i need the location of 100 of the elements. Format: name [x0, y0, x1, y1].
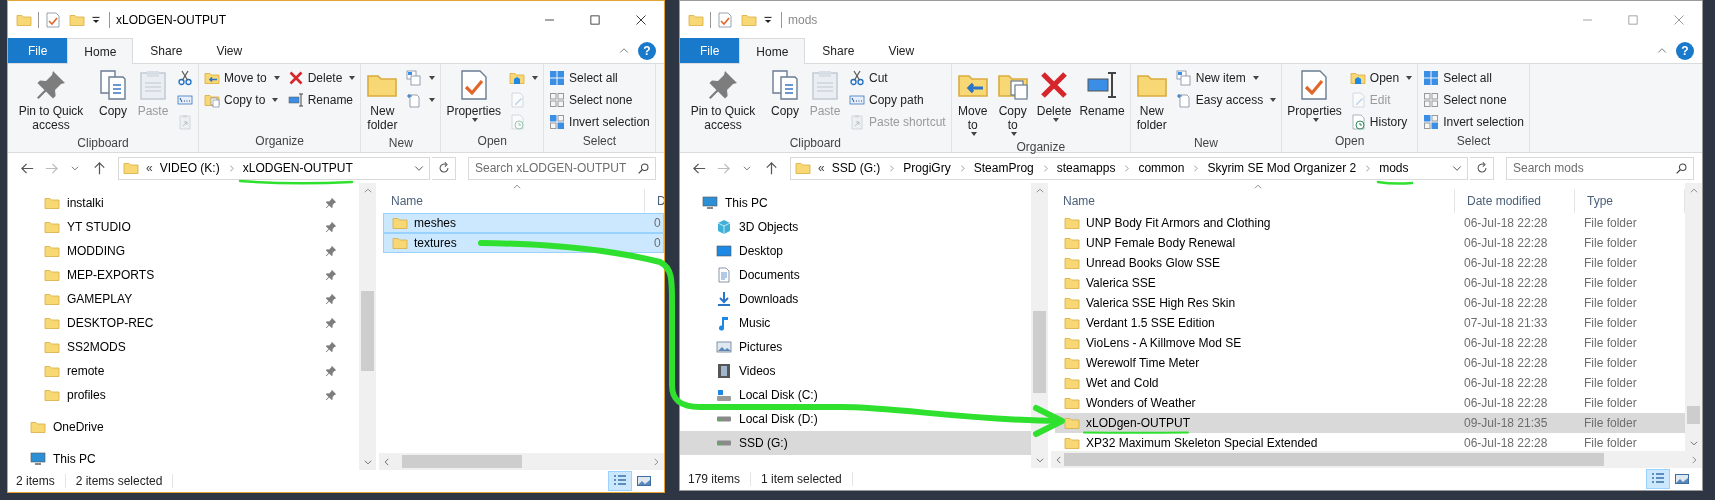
- file-row[interactable]: XP32 Maximum Skeleton Special Extended 06-Jul-18 22:28 File folder: [1055, 433, 1685, 451]
- nav-item[interactable]: Videos: [680, 359, 1031, 383]
- nav-item[interactable]: remote: [8, 359, 359, 383]
- ribbon-button[interactable]: Move to: [201, 67, 283, 88]
- ribbon-button[interactable]: Easy access: [1172, 89, 1280, 110]
- nav-item[interactable]: Music: [680, 311, 1031, 335]
- address-bar[interactable]: « VIDEO (K:) xLODGEN-OUTPUT: [118, 156, 430, 180]
- ribbon-button[interactable]: Delete: [284, 67, 359, 88]
- nav-item[interactable]: Downloads: [680, 287, 1031, 311]
- ribbon-tab[interactable]: View: [199, 38, 260, 63]
- breadcrumb[interactable]: SteamProg: [973, 159, 1034, 177]
- refresh-button[interactable]: [1470, 156, 1494, 180]
- nav-item[interactable]: OneDrive: [8, 415, 359, 439]
- scrollbar[interactable]: [359, 183, 376, 470]
- file-row[interactable]: Valerica SSE 06-Jul-18 22:28 File folder: [1055, 273, 1685, 293]
- ribbon-button[interactable]: Cut: [846, 67, 949, 88]
- ribbon-button[interactable]: Invert selection: [546, 111, 653, 132]
- nav-item[interactable]: Desktop: [680, 239, 1031, 263]
- file-row[interactable]: VioLens - A Killmove Mod SE 06-Jul-18 22:28 File folder: [1055, 333, 1685, 353]
- scrollbar[interactable]: [1051, 451, 1702, 468]
- nav-item[interactable]: Local Disk (C:): [680, 383, 1031, 407]
- file-menu-tab[interactable]: File: [680, 38, 740, 63]
- ribbon-tab[interactable]: Home: [67, 38, 134, 64]
- overflow-button[interactable]: «: [818, 159, 825, 177]
- file-row[interactable]: Werewolf Time Meter 06-Jul-18 22:28 File folder: [1055, 353, 1685, 373]
- scrollbar-thumb[interactable]: [361, 291, 374, 371]
- nav-item[interactable]: instalki: [8, 191, 359, 215]
- scrollbar[interactable]: [379, 453, 664, 470]
- ribbon-tab[interactable]: Share: [133, 38, 200, 63]
- scrollbar[interactable]: [1031, 183, 1048, 468]
- nav-item[interactable]: GAMEPLAY: [8, 287, 359, 311]
- ribbon-button[interactable]: Select all: [1420, 67, 1527, 88]
- breadcrumb[interactable]: ProgiGry: [903, 159, 951, 177]
- breadcrumb[interactable]: Skyrim SE Mod Organizer 2: [1207, 159, 1357, 177]
- file-row[interactable]: Verdant 1.5 SSE Edition 07-Jul-18 21:33 File folder: [1055, 313, 1685, 333]
- file-row[interactable]: meshes 0: [383, 213, 664, 233]
- ribbon-button[interactable]: Pin to Quick access: [10, 67, 92, 134]
- ribbon-button[interactable]: History: [1346, 111, 1416, 132]
- breadcrumb[interactable]: xLODGEN-OUTPUT: [242, 159, 353, 177]
- ribbon-button[interactable]: Open: [1346, 67, 1416, 88]
- nav-item[interactable]: Documents: [680, 263, 1031, 287]
- ribbon-button[interactable]: Properties: [1284, 67, 1345, 124]
- address-bar[interactable]: « SSD (G:) ProgiGry SteamProg steamapps common Skyrim SE Mod Organizer 2 mods: [790, 156, 1468, 180]
- nav-item[interactable]: MODDING: [8, 239, 359, 263]
- scrollbar-thumb[interactable]: [402, 455, 522, 468]
- ribbon-button[interactable]: Select none: [1420, 89, 1527, 110]
- scrollbar[interactable]: [1685, 183, 1702, 451]
- breadcrumb[interactable]: VIDEO (K:): [159, 159, 220, 177]
- ribbon-button[interactable]: Copy path: [846, 89, 949, 110]
- view-button[interactable]: [1646, 469, 1670, 489]
- ribbon-button[interactable]: Move to: [953, 67, 992, 138]
- help-button[interactable]: ?: [1676, 41, 1694, 60]
- nav-item[interactable]: DESKTOP-REC: [8, 311, 359, 335]
- ribbon-button[interactable]: New folder: [363, 67, 402, 134]
- ribbon-button[interactable]: Copy to: [993, 67, 1032, 138]
- ribbon-button[interactable]: Invert selection: [1420, 111, 1527, 132]
- ribbon-button[interactable]: Select none: [546, 89, 653, 110]
- file-menu-tab[interactable]: File: [8, 38, 68, 63]
- nav-item[interactable]: MEP-EXPORTS: [8, 263, 359, 287]
- search-field[interactable]: Search mods: [1506, 156, 1694, 180]
- file-row[interactable]: Unread Books Glow SSE 06-Jul-18 22:28 File folder: [1055, 253, 1685, 273]
- help-button[interactable]: ?: [638, 41, 656, 60]
- file-row[interactable]: UNP Body Fit Armors and Clothing 06-Jul-18 22:28 File folder: [1055, 213, 1685, 233]
- ribbon-button[interactable]: Delete: [1033, 67, 1075, 124]
- overflow-button[interactable]: «: [146, 159, 153, 177]
- file-row[interactable]: xLODgen-OUTPUT 09-Jul-18 21:35 File folder: [1055, 413, 1685, 433]
- ribbon-button[interactable]: Rename: [1076, 67, 1128, 120]
- file-row[interactable]: UNP Female Body Renewal 06-Jul-18 22:28 File folder: [1055, 233, 1685, 253]
- ribbon-button[interactable]: Copy: [766, 67, 804, 120]
- breadcrumb[interactable]: common: [1138, 159, 1185, 177]
- view-button[interactable]: [608, 471, 632, 491]
- nav-item[interactable]: SS2MODS: [8, 335, 359, 359]
- scrollbar-thumb[interactable]: [1687, 406, 1700, 424]
- ribbon-button[interactable]: New folder: [1132, 67, 1171, 134]
- ribbon-tab[interactable]: View: [871, 38, 932, 63]
- ribbon-button[interactable]: Copy: [94, 67, 132, 120]
- nav-item[interactable]: SSD (G:): [680, 431, 1031, 455]
- nav-item[interactable]: This PC: [680, 191, 1031, 215]
- file-row[interactable]: Wet and Cold 06-Jul-18 22:28 File folder: [1055, 373, 1685, 393]
- ribbon-button[interactable]: Rename: [284, 89, 359, 110]
- ribbon-button[interactable]: Properties: [443, 67, 505, 124]
- nav-item[interactable]: YT STUDIO: [8, 215, 359, 239]
- file-row[interactable]: Wonders of Weather 06-Jul-18 22:28 File folder: [1055, 393, 1685, 413]
- breadcrumb[interactable]: SSD (G:): [831, 159, 881, 177]
- scrollbar-thumb[interactable]: [1033, 311, 1046, 393]
- ribbon-tab[interactable]: Share: [805, 38, 872, 63]
- file-row[interactable]: Valerica SSE High Res Skin 06-Jul-18 22:28 File folder: [1055, 293, 1685, 313]
- ribbon-button[interactable]: Select all: [546, 67, 653, 88]
- breadcrumb[interactable]: steamapps: [1056, 159, 1116, 177]
- nav-item[interactable]: This PC: [8, 447, 359, 470]
- search-field[interactable]: Search xLODGEN-OUTPUT: [468, 156, 656, 180]
- ribbon-button[interactable]: New item: [1172, 67, 1280, 88]
- ribbon-button[interactable]: Copy to: [201, 89, 283, 110]
- breadcrumb[interactable]: mods: [1379, 159, 1409, 177]
- nav-item[interactable]: Local Disk (D:): [680, 407, 1031, 431]
- scrollbar-thumb[interactable]: [1064, 453, 1604, 466]
- ribbon-button[interactable]: Pin to Quick access: [682, 67, 764, 134]
- ribbon-tab[interactable]: Home: [739, 38, 806, 64]
- nav-item[interactable]: 3D Objects: [680, 215, 1031, 239]
- nav-item[interactable]: Pictures: [680, 335, 1031, 359]
